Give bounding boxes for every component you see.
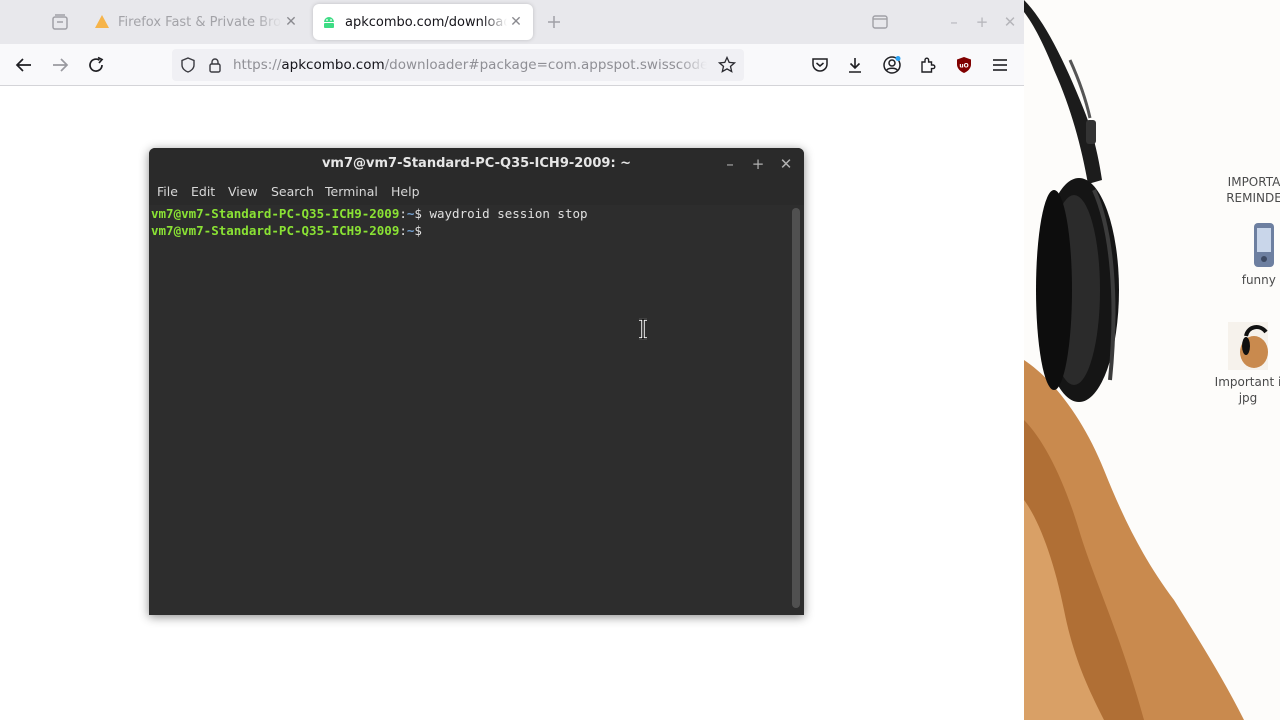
command-text: waydroid session stop: [429, 206, 588, 221]
terminal-maximize-button[interactable]: +: [748, 154, 768, 174]
terminal-scrollbar-thumb[interactable]: [792, 208, 800, 608]
desktop-icon-label: Important i: [1214, 375, 1280, 389]
dog-photo-icon: [1228, 322, 1268, 370]
terminal-line: vm7@vm7-Standard-PC-Q35-ICH9-2009:~$ way…: [151, 205, 588, 222]
maximize-button[interactable]: +: [972, 12, 992, 32]
list-tabs-icon: [872, 15, 888, 29]
pocket-button[interactable]: [806, 51, 834, 79]
terminal-menubar: File Edit View Search Terminal Help: [149, 180, 804, 205]
url-bar[interactable]: https://apkcombo.com/downloader#package=…: [172, 49, 744, 81]
tab-title: Firefox Fast & Private Brow: [118, 14, 282, 30]
desktop-icon-funny[interactable]: funny c: [1224, 222, 1280, 288]
warning-icon: [95, 15, 109, 28]
forward-arrow-icon: [53, 58, 69, 72]
desktop-icon-important-jpg[interactable]: Important i jpg: [1208, 322, 1280, 406]
new-tab-button[interactable]: [540, 8, 568, 36]
tab-overview-button[interactable]: [46, 8, 74, 36]
download-icon: [849, 58, 861, 73]
prompt-user-host: vm7@vm7-Standard-PC-Q35-ICH9-2009: [151, 206, 400, 221]
terminal-close-button[interactable]: ✕: [776, 154, 796, 174]
desktop-icon-label: IMPORTA: [1227, 175, 1280, 189]
shield-icon[interactable]: [180, 57, 196, 73]
phone-image-icon: [1254, 223, 1274, 267]
menu-help[interactable]: Help: [391, 184, 420, 199]
menu-terminal[interactable]: Terminal: [325, 184, 378, 199]
reload-button[interactable]: [82, 51, 110, 79]
tab-close-icon[interactable]: ✕: [282, 13, 300, 31]
star-icon[interactable]: [718, 56, 736, 74]
tab-bar: Firefox Fast & Private Brow ✕ apkcombo.c…: [0, 0, 1024, 44]
svg-text:uO: uO: [959, 63, 968, 70]
extensions-button[interactable]: [914, 51, 942, 79]
url-path: /downloader#package=com.appspot.swisscod…: [384, 57, 707, 73]
url-text[interactable]: https://apkcombo.com/downloader#package=…: [233, 57, 707, 73]
prompt-symbol: $: [414, 223, 430, 238]
terminal-minimize-button[interactable]: –: [720, 154, 740, 174]
terminal-line: vm7@vm7-Standard-PC-Q35-ICH9-2009:~$: [151, 222, 429, 239]
terminal-titlebar[interactable]: vm7@vm7-Standard-PC-Q35-ICH9-2009: ~ – +…: [149, 148, 804, 180]
menu-view[interactable]: View: [228, 184, 258, 199]
tab-overview-icon: [52, 14, 68, 30]
desktop-icon-important-reminder[interactable]: IMPORTA REMINDE: [1214, 174, 1280, 206]
terminal-title: vm7@vm7-Standard-PC-Q35-ICH9-2009: ~: [321, 156, 632, 171]
url-host: apkcombo.com: [281, 57, 385, 73]
forward-button[interactable]: [46, 51, 74, 79]
plus-icon: [548, 16, 560, 28]
downloads-button[interactable]: [841, 51, 869, 79]
android-icon: [324, 17, 334, 28]
prompt-user-host: vm7@vm7-Standard-PC-Q35-ICH9-2009: [151, 223, 400, 238]
menu-file[interactable]: File: [157, 184, 178, 199]
prompt-symbol: $: [414, 206, 430, 221]
terminal-window[interactable]: vm7@vm7-Standard-PC-Q35-ICH9-2009: ~ – +…: [149, 148, 804, 615]
minimize-button[interactable]: –: [944, 12, 964, 32]
tab-close-icon[interactable]: ✕: [507, 13, 525, 31]
url-scheme: https://: [233, 57, 282, 73]
tab-apkcombo[interactable]: apkcombo.com/downloader ✕: [313, 4, 533, 40]
lock-icon[interactable]: [208, 57, 222, 73]
app-menu-button[interactable]: [986, 51, 1014, 79]
account-button[interactable]: [878, 51, 906, 79]
back-button[interactable]: [10, 51, 38, 79]
ublock-icon: uO: [957, 57, 971, 73]
reload-icon: [89, 56, 104, 72]
prompt-separator: :: [399, 206, 407, 221]
prompt-separator: :: [399, 223, 407, 238]
terminal-scrollbar[interactable]: [792, 208, 800, 608]
list-all-tabs-button[interactable]: [866, 8, 894, 36]
desktop-background: IMPORTA REMINDE funny c Important i jpg: [1024, 0, 1280, 720]
desktop-icon-label: funny c: [1241, 273, 1280, 287]
back-arrow-icon: [15, 58, 31, 72]
text-cursor-icon: [639, 318, 647, 340]
puzzle-icon: [921, 57, 936, 73]
hamburger-menu-icon: [993, 59, 1007, 71]
menu-edit[interactable]: Edit: [191, 184, 215, 199]
desktop-icon-label: REMINDE: [1226, 191, 1280, 205]
tab-firefox[interactable]: Firefox Fast & Private Brow ✕: [86, 4, 308, 40]
close-button[interactable]: ✕: [1000, 12, 1020, 32]
desktop-icon-label: jpg: [1238, 391, 1258, 405]
menu-search[interactable]: Search: [271, 184, 314, 199]
terminal-output[interactable]: vm7@vm7-Standard-PC-Q35-ICH9-2009:~$ way…: [149, 205, 804, 615]
pocket-icon: [812, 58, 828, 72]
ublock-button[interactable]: uO: [950, 51, 978, 79]
navigation-toolbar: https://apkcombo.com/downloader#package=…: [0, 44, 1024, 86]
tab-title: apkcombo.com/downloader: [345, 14, 507, 30]
account-icon: [883, 56, 901, 74]
